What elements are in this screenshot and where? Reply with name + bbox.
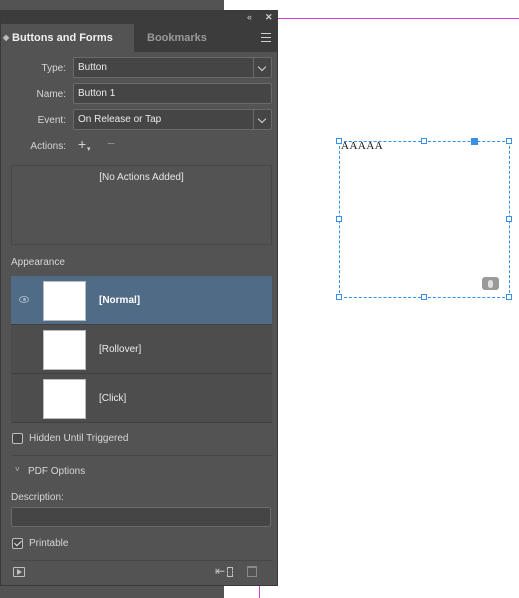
state-thumbnail <box>43 379 86 419</box>
tab-label: Buttons and Forms <box>12 32 113 44</box>
printable-checkbox[interactable] <box>12 538 23 549</box>
resize-handle-top[interactable] <box>421 138 427 144</box>
resize-handle-right[interactable] <box>506 216 512 222</box>
description-label: Description: <box>11 492 64 503</box>
add-action-dropdown-icon[interactable]: ▾ <box>87 145 91 153</box>
chevron-updown-icon[interactable]: ◆ <box>3 24 9 52</box>
preview-icon[interactable] <box>13 567 25 577</box>
event-label: Event: <box>37 115 66 126</box>
resize-handle-bottom-right[interactable] <box>506 294 512 300</box>
panel-title-bar: « ✕ <box>1 11 277 24</box>
tab-bookmarks[interactable]: Bookmarks <box>147 24 207 52</box>
actions-list[interactable]: [No Actions Added] <box>11 165 272 245</box>
state-label: [Rollover] <box>99 344 142 355</box>
chevron-down-icon[interactable] <box>253 110 271 129</box>
panel-tab-bar: ◆ Buttons and Forms Bookmarks <box>1 24 277 52</box>
state-click[interactable]: [Click] <box>11 374 272 423</box>
chevron-down-icon[interactable] <box>253 58 271 77</box>
actions-label: Actions: <box>30 141 66 152</box>
anchor-handle[interactable] <box>471 138 478 145</box>
buttons-and-forms-panel: « ✕ ◆ Buttons and Forms Bookmarks Type: … <box>0 10 278 586</box>
resize-handle-left[interactable] <box>336 216 342 222</box>
event-select[interactable]: On Release or Tap <box>73 109 272 130</box>
button-frame[interactable] <box>339 141 510 298</box>
pdf-options-label[interactable]: PDF Options <box>28 466 85 477</box>
remove-action-icon[interactable]: − <box>107 135 115 151</box>
convert-to-button-icon[interactable]: ⇤ <box>215 564 225 578</box>
hidden-until-triggered-checkbox[interactable] <box>12 433 23 444</box>
hidden-until-triggered-label: Hidden Until Triggered <box>29 433 129 444</box>
divider <box>11 560 273 561</box>
resize-handle-bottom[interactable] <box>421 294 427 300</box>
name-label: Name: <box>36 89 66 100</box>
name-input[interactable]: Button 1 <box>73 83 272 104</box>
actions-empty-text: [No Actions Added] <box>99 172 184 183</box>
state-label: [Normal] <box>99 295 141 306</box>
type-select[interactable]: Button <box>73 57 272 78</box>
state-thumbnail <box>43 330 86 370</box>
double-chevron-left-icon[interactable]: « <box>247 11 252 24</box>
button-indicator-icon <box>482 277 499 290</box>
appearance-states: [Normal] [Rollover] [Click] <box>11 276 272 424</box>
convert-frame-icon <box>227 567 233 577</box>
state-thumbnail <box>43 281 86 321</box>
eye-icon[interactable] <box>19 296 29 303</box>
event-value: On Release or Tap <box>78 114 162 125</box>
divider <box>11 455 273 456</box>
printable-label: Printable <box>29 538 69 549</box>
panel-menu-icon[interactable] <box>261 33 271 42</box>
resize-handle-bottom-left[interactable] <box>336 294 342 300</box>
resize-handle-top-left[interactable] <box>336 138 342 144</box>
add-action-icon[interactable]: + <box>78 136 86 152</box>
state-rollover[interactable]: [Rollover] <box>11 325 272 374</box>
type-value: Button <box>78 62 107 73</box>
name-value: Button 1 <box>78 88 116 99</box>
trash-icon[interactable] <box>247 566 257 577</box>
appearance-label: Appearance <box>11 257 65 268</box>
frame-text: AAAAA <box>341 140 384 152</box>
tab-label: Bookmarks <box>147 32 207 44</box>
margin-guide-horizontal <box>272 18 519 19</box>
close-icon[interactable]: ✕ <box>265 11 273 24</box>
state-normal[interactable]: [Normal] <box>11 276 272 325</box>
type-label: Type: <box>41 63 66 74</box>
tab-buttons-and-forms[interactable]: ◆ Buttons and Forms <box>1 24 134 52</box>
chevron-down-icon[interactable]: ˅ <box>15 465 20 474</box>
state-label: [Click] <box>99 393 127 404</box>
description-input[interactable] <box>11 507 271 527</box>
resize-handle-top-right[interactable] <box>506 138 512 144</box>
